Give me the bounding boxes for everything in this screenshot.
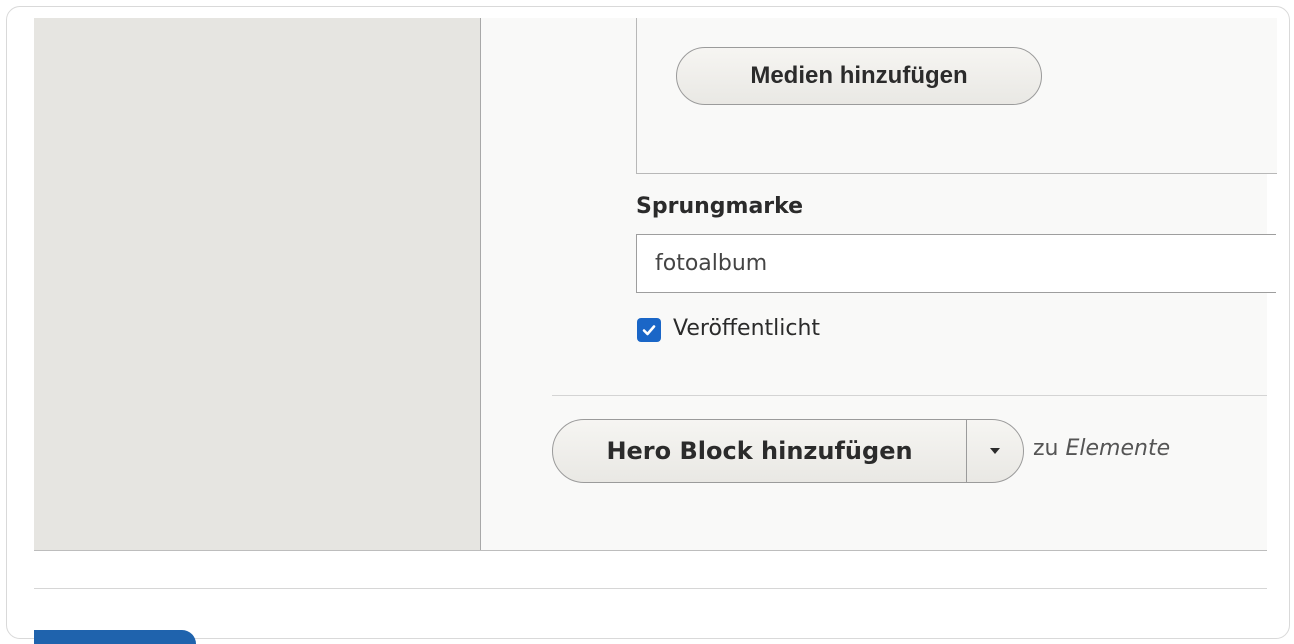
published-checkbox-label[interactable]: Veröffentlicht — [673, 316, 820, 341]
primary-action-button-edge[interactable] — [34, 630, 196, 644]
sidebar-panel — [34, 18, 481, 550]
anchor-input[interactable]: fotoalbum — [636, 234, 1276, 293]
target-field-name: Elemente — [1065, 436, 1171, 461]
footer-divider — [34, 588, 1267, 589]
caret-down-icon — [990, 448, 1000, 454]
add-block-target-text: zu Elemente — [1033, 436, 1170, 461]
checkmark-icon — [642, 325, 656, 336]
add-media-button[interactable]: Medien hinzufügen — [676, 47, 1042, 105]
anchor-field-label: Sprungmarke — [636, 194, 804, 219]
content-bottom-border — [34, 550, 1267, 551]
add-block-split-button: Hero Block hinzufügen — [552, 419, 1024, 483]
to-prefix: zu — [1033, 436, 1059, 461]
add-hero-block-button[interactable]: Hero Block hinzufügen — [553, 420, 967, 482]
section-divider — [552, 395, 1267, 396]
published-checkbox[interactable] — [637, 318, 661, 342]
add-block-dropdown-toggle[interactable] — [967, 420, 1023, 482]
